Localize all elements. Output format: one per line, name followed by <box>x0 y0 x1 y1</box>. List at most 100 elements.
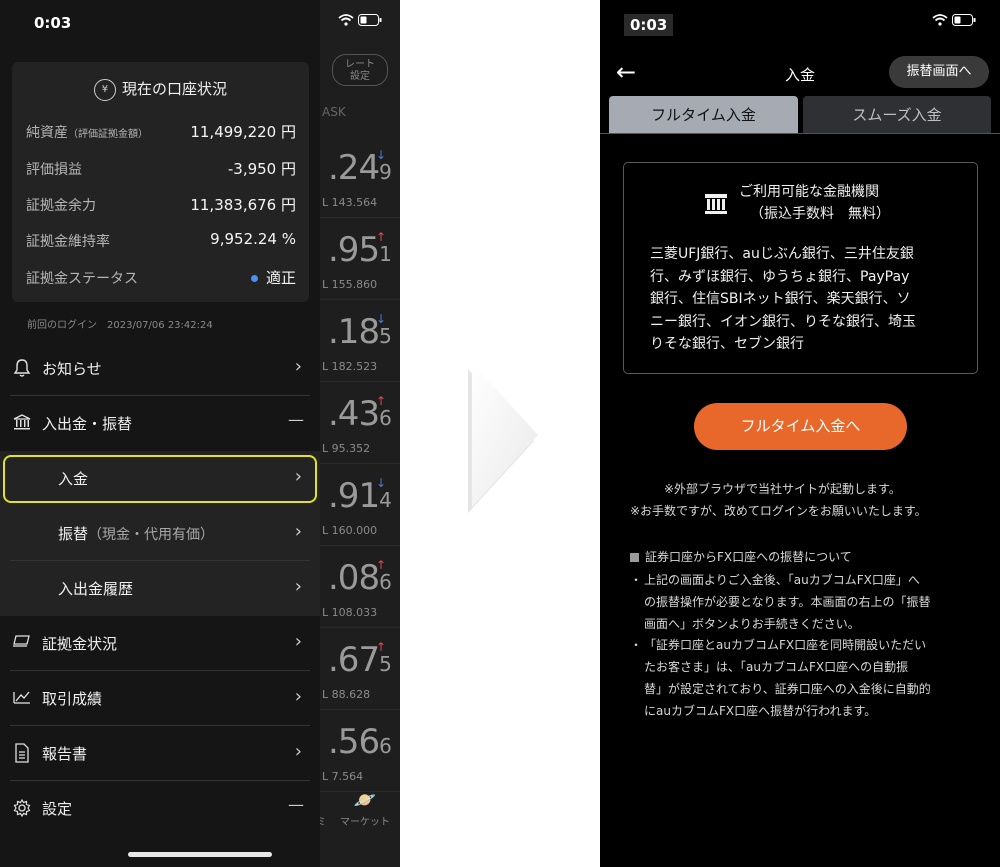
transfer-info-heading-text: 証券口座からFX口座への振替について <box>645 550 852 564</box>
status-dot-icon <box>250 275 258 282</box>
transfer-info-heading: 証券口座からFX口座への振替について <box>630 548 852 565</box>
menu-item-deposit-transfer[interactable]: 入出金・振替 — <box>0 396 320 451</box>
wifi-icon <box>932 14 948 26</box>
margin-status-value: 適正 <box>250 267 296 288</box>
menu-item-notices[interactable]: お知らせ › <box>0 341 320 396</box>
account-card-title: ¥ 現在の口座状況 <box>12 78 309 101</box>
margin-ratio-label: 証拠金維持率 <box>26 234 110 250</box>
laptop-icon <box>12 633 32 653</box>
last-login-text: 前回のログイン 2023/07/06 23:42:24 <box>27 320 213 331</box>
transfer-note: （現金・代用有価） <box>88 527 215 543</box>
quote-price-pip: 6 <box>379 734 392 758</box>
transfer-label-text: 振替 <box>58 525 89 543</box>
menu-item-settings[interactable]: 設定 — <box>0 781 320 836</box>
market-tab[interactable]: 🪐 ミ マーケット <box>316 790 400 828</box>
market-tab-label: マーケット <box>340 817 390 828</box>
menu-label-trade-results: 取引成績 <box>42 690 103 708</box>
quote-price-main: .24 <box>328 148 380 188</box>
minus-icon: — <box>288 795 304 814</box>
account-status-card: ¥ 現在の口座状況 純資産（評価証拠金額） 11,499,220 円 評価損益 -… <box>12 62 309 302</box>
bank-icon <box>12 413 32 433</box>
chevron-right-icon: › <box>294 576 302 597</box>
background-quote-cell: .185 ↓ L 182.523 <box>320 302 400 382</box>
quote-price-main: .08 <box>328 558 380 598</box>
minus-icon: — <box>288 410 304 429</box>
menu-item-trade-results[interactable]: 取引成績 › <box>0 671 320 726</box>
net-assets-row: 純資産（評価証拠金額） 11,499,220 円 <box>26 119 296 143</box>
status-time: 0:03 <box>624 14 674 36</box>
menu-label-reports: 報告書 <box>42 745 88 763</box>
square-bullet-icon <box>630 553 639 562</box>
quote-price-pip: 5 <box>379 652 392 676</box>
quote-price-pip: 5 <box>379 324 392 348</box>
info-line: の振替操作が必要となります。本画面の右上の「振替 <box>644 595 931 609</box>
margin-ratio-row: 証拠金維持率 9,952.24 % <box>26 228 296 252</box>
margin-status-label: 証拠金ステータス <box>26 271 138 287</box>
quote-price-main: .43 <box>328 394 380 434</box>
bell-icon <box>12 358 32 378</box>
quote-low-value: L 160.000 <box>322 524 378 537</box>
menu-label-notices: お知らせ <box>42 360 102 378</box>
chevron-right-icon: › <box>294 741 302 762</box>
quote-price-main: .91 <box>328 476 380 516</box>
next-step-arrow-icon <box>468 363 538 513</box>
tab-smooth-deposit[interactable]: スムーズ入金 <box>803 96 991 134</box>
chevron-right-icon: › <box>294 686 302 707</box>
background-quote-cell: .914 ↓ L 160.000 <box>320 466 400 546</box>
quote-low-value: L 7.564 <box>322 770 364 783</box>
info-line: 替」が設定されており、証券口座への入金後に自動的 <box>644 682 931 696</box>
arrow-down-icon: ↓ <box>375 476 386 490</box>
tab-fulltime-deposit[interactable]: フルタイム入金 <box>609 96 798 134</box>
chevron-right-icon: › <box>294 631 302 652</box>
net-assets-sublabel: （評価証拠金額） <box>68 129 148 140</box>
quote-price-pip: 4 <box>379 488 392 512</box>
status-icons <box>338 14 382 30</box>
browser-note: ※外部ブラウザで当社サイトが起動します。 <box>664 482 901 496</box>
status-icons <box>932 14 976 30</box>
available-banks-box: ご利用可能な金融機関 （振込手数料 無料） 三菱UFJ銀行、auじぶん銀行、三井… <box>623 162 978 374</box>
background-quote-cell: .086 ↑ L 108.033 <box>320 548 400 628</box>
menu-item-margin-status[interactable]: 証拠金状況 › <box>0 616 320 671</box>
menu-item-reports[interactable]: 報告書 › <box>0 726 320 781</box>
margin-ratio-value: 9,952.24 % <box>210 230 296 248</box>
margin-status-row: 証拠金ステータス 適正 <box>26 265 296 289</box>
background-quote-cell: .566 L 7.564 <box>320 712 400 792</box>
account-title-text: 現在の口座状況 <box>121 80 227 98</box>
net-assets-value: 11,499,220 円 <box>190 123 296 141</box>
chevron-right-icon: › <box>294 356 302 377</box>
bank-list: 三菱UFJ銀行、auじぶん銀行、三井住友銀 行、みずほ銀行、ゆうちょ銀行、Pay… <box>650 243 960 356</box>
login-note: ※お手数ですが、改めてログインをお願いいたします。 <box>630 504 927 518</box>
quote-price-main: .56 <box>328 722 380 762</box>
net-assets-label: 純資産（評価証拠金額） <box>26 122 148 142</box>
quote-price-pip: 9 <box>379 160 392 184</box>
ask-header: ASK <box>322 105 346 119</box>
unrealized-pl-value: -3,950 円 <box>227 160 296 178</box>
quote-price-main: .67 <box>328 640 380 680</box>
quote-price: .566 <box>328 722 392 762</box>
quote-low-value: L 95.352 <box>322 442 371 455</box>
margin-available-label: 証拠金余力 <box>26 198 96 214</box>
transfer-screen-button[interactable]: 振替画面へ <box>889 56 989 88</box>
quote-price-pip: 6 <box>379 406 392 430</box>
bank-list-line: ニー銀行、イオン銀行、りそな銀行、埼玉 <box>650 313 916 330</box>
menu-item-transfer[interactable]: 振替（現金・代用有価） › <box>0 506 320 561</box>
net-assets-label-text: 純資産 <box>26 125 68 141</box>
info-line: 画面へ」ボタンよりお手続きください。 <box>644 617 860 631</box>
arrow-up-icon: ↑ <box>375 394 386 408</box>
deposit-highlight-frame <box>3 455 317 503</box>
quote-price-main: .95 <box>328 230 380 270</box>
arrow-down-icon: ↓ <box>375 148 386 162</box>
banks-title: ご利用可能な金融機関 <box>739 184 879 200</box>
quote-low-value: L 143.564 <box>322 196 378 209</box>
quote-price-main: .18 <box>328 312 380 352</box>
quote-low-value: L 108.033 <box>322 606 378 619</box>
battery-icon <box>952 14 976 26</box>
menu-label-transfer: 振替（現金・代用有価） <box>58 523 214 544</box>
menu-item-history[interactable]: 入出金履歴 › <box>0 561 320 616</box>
fulltime-deposit-button[interactable]: フルタイム入金へ <box>694 403 907 450</box>
rate-settings-button[interactable]: レート 設定 <box>332 54 388 86</box>
margin-available-row: 証拠金余力 11,383,676 円 <box>26 192 296 216</box>
quote-price-pip: 1 <box>379 242 392 266</box>
quote-price-pip: 6 <box>379 570 392 594</box>
background-quote-cell: .675 ↑ L 88.628 <box>320 630 400 710</box>
